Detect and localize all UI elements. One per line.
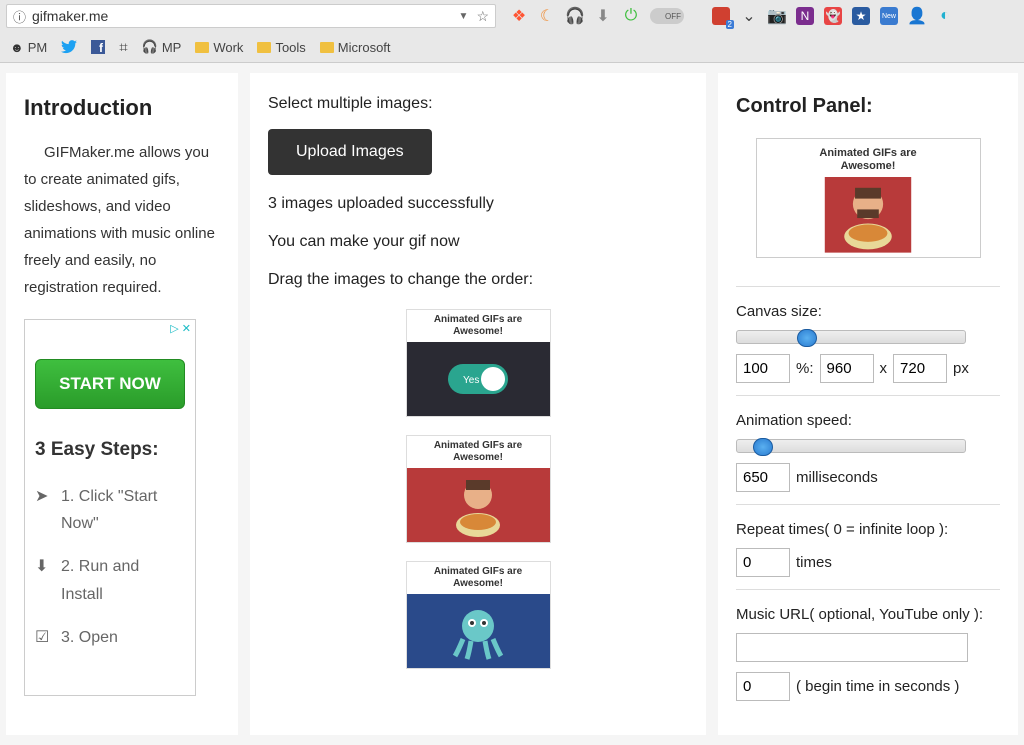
new-ext-icon[interactable]: New	[880, 7, 898, 25]
steps-title: 3 Easy Steps:	[35, 439, 185, 461]
make-gif-message: You can make your gif now	[268, 233, 688, 251]
control-panel-title: Control Panel:	[736, 95, 1000, 118]
control-panel: Control Panel: Animated GIFs are Awesome…	[718, 73, 1018, 735]
circle-ext-icon[interactable]: ◐	[936, 7, 954, 25]
url-box[interactable]: ⓘ gifmaker.me ▼ ☆	[6, 4, 496, 28]
cursor-icon: ➤	[35, 483, 51, 537]
url-text: gifmaker.me	[32, 8, 455, 24]
info-icon: ⓘ	[13, 7, 26, 26]
preview-image	[818, 177, 918, 253]
bookmark-slack[interactable]: ⌗	[119, 39, 127, 56]
step-2: ⬇2. Run and Install	[35, 553, 185, 607]
share-icon[interactable]: ❖	[510, 7, 528, 25]
thumb-image-3	[407, 594, 550, 668]
adchoices-icon[interactable]: ▷ ✕	[25, 320, 195, 337]
start-now-button[interactable]: START NOW	[35, 359, 185, 409]
animation-speed-slider[interactable]	[736, 439, 966, 453]
thumbnail-3[interactable]: Animated GIFs are Awesome!	[406, 561, 551, 669]
bookmark-work[interactable]: Work	[195, 40, 243, 55]
thumbnail-2[interactable]: Animated GIFs are Awesome!	[406, 435, 551, 543]
repeat-times-input[interactable]	[736, 548, 790, 577]
page-content: Introduction GIFMaker.me allows you to c…	[0, 63, 1024, 745]
upload-images-button[interactable]: Upload Images	[268, 129, 432, 175]
animation-speed-section: Animation speed: milliseconds	[736, 395, 1000, 504]
slider-handle[interactable]	[753, 438, 773, 456]
preview-box: Animated GIFs are Awesome!	[756, 138, 981, 258]
crescent-icon[interactable]: ☾	[538, 7, 556, 25]
music-url-section: Music URL( optional, YouTube only ): ( b…	[736, 589, 1000, 713]
ad-box: ▷ ✕ START NOW 3 Easy Steps: ➤1. Click "S…	[24, 319, 196, 696]
thumbnail-1[interactable]: Animated GIFs are Awesome! Yes	[406, 309, 551, 417]
browser-chrome: ⓘ gifmaker.me ▼ ☆ ❖ ☾ 🎧 ⬇ ⏻ OFF 2 ⌄ 📷 N …	[0, 0, 1024, 63]
canvas-size-label: Canvas size:	[736, 303, 1000, 320]
main-column: Select multiple images: Upload Images 3 …	[250, 73, 706, 735]
onenote-icon[interactable]: N	[796, 7, 814, 25]
headphones-icon[interactable]: 🎧	[566, 7, 584, 25]
bookmark-facebook[interactable]: f	[91, 40, 105, 54]
animation-speed-input[interactable]	[736, 463, 790, 492]
person-icon[interactable]: 👤	[908, 7, 926, 25]
intro-title: Introduction	[24, 95, 220, 121]
step-1: ➤1. Click "Start Now"	[35, 483, 185, 537]
music-url-input[interactable]	[736, 633, 968, 662]
ext-red-icon[interactable]: 2	[712, 7, 730, 25]
bookmark-twitter[interactable]	[61, 40, 77, 54]
canvas-size-section: Canvas size: %: x px	[736, 286, 1000, 395]
bookmark-tools[interactable]: Tools	[257, 40, 305, 55]
bookmarks-bar: ☻PM f ⌗ 🎧MP Work Tools Microsoft	[0, 32, 1024, 62]
pocket-icon[interactable]: ⌄	[740, 7, 758, 25]
canvas-width-input[interactable]	[820, 354, 874, 383]
repeat-times-section: Repeat times( 0 = infinite loop ): times	[736, 504, 1000, 589]
thumb-image-1: Yes	[407, 342, 550, 416]
download-step-icon: ⬇	[35, 553, 51, 607]
dropdown-icon[interactable]: ▼	[459, 11, 469, 22]
bookmark-pm[interactable]: ☻PM	[10, 40, 47, 55]
thumbnail-list: Animated GIFs are Awesome! Yes Animated …	[268, 309, 688, 669]
canvas-size-slider[interactable]	[736, 330, 966, 344]
address-bar: ⓘ gifmaker.me ▼ ☆ ❖ ☾ 🎧 ⬇ ⏻ OFF 2 ⌄ 📷 N …	[0, 0, 1024, 32]
check-icon: ☑	[35, 624, 51, 651]
canvas-percent-input[interactable]	[736, 354, 790, 383]
step-3: ☑3. Open	[35, 624, 185, 651]
music-begin-input[interactable]	[736, 672, 790, 701]
star-ext-icon[interactable]: ★	[852, 7, 870, 25]
svg-text:Yes: Yes	[463, 375, 479, 386]
music-url-label: Music URL( optional, YouTube only ):	[736, 606, 1000, 623]
power-icon[interactable]: ⏻	[622, 7, 640, 25]
ghost-icon[interactable]: 👻	[824, 7, 842, 25]
left-column: Introduction GIFMaker.me allows you to c…	[6, 73, 238, 735]
slider-handle[interactable]	[797, 329, 817, 347]
canvas-height-input[interactable]	[893, 354, 947, 383]
extension-icons: ❖ ☾ 🎧 ⬇ ⏻ OFF 2 ⌄ 📷 N 👻 ★ New 👤 ◐	[510, 7, 954, 25]
select-label: Select multiple images:	[268, 95, 688, 113]
toggle-off[interactable]: OFF	[650, 8, 684, 24]
thumb-image-2	[407, 468, 550, 542]
bookmark-mp[interactable]: 🎧MP	[142, 39, 182, 55]
camera-icon[interactable]: 📷	[768, 7, 786, 25]
animation-speed-label: Animation speed:	[736, 412, 1000, 429]
uploaded-message: 3 images uploaded successfully	[268, 195, 688, 213]
star-icon[interactable]: ☆	[476, 8, 489, 25]
intro-text: GIFMaker.me allows you to create animate…	[24, 139, 220, 301]
repeat-times-label: Repeat times( 0 = infinite loop ):	[736, 521, 1000, 538]
download-icon[interactable]: ⬇	[594, 7, 612, 25]
bookmark-microsoft[interactable]: Microsoft	[320, 40, 391, 55]
drag-message: Drag the images to change the order:	[268, 271, 688, 289]
